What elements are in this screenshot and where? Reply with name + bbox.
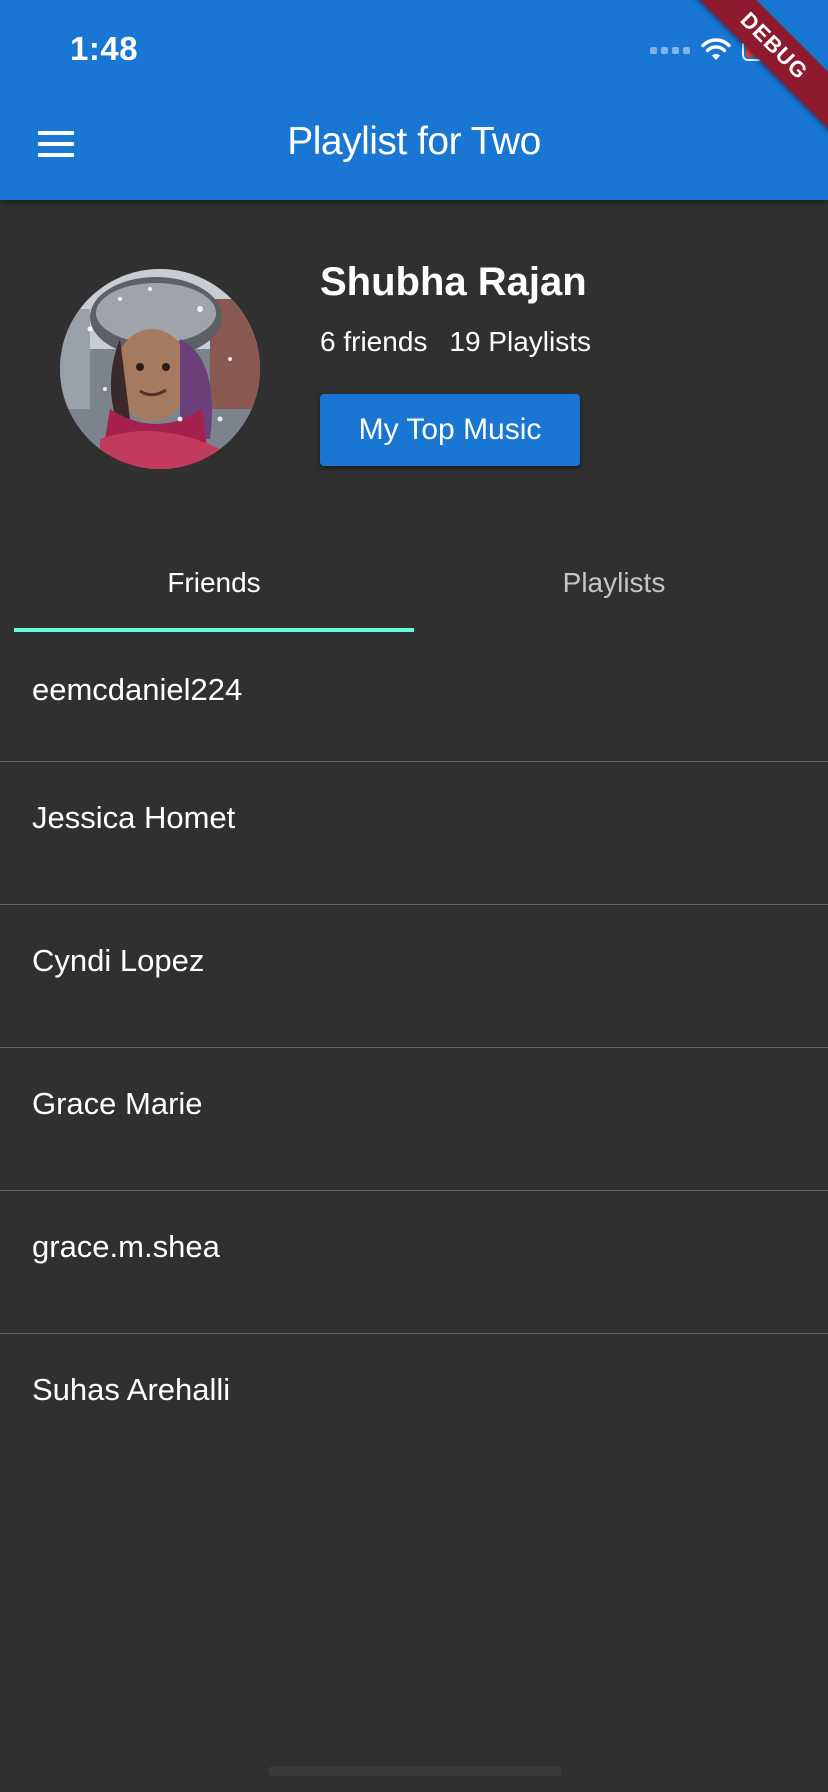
list-item[interactable]: Suhas Arehalli xyxy=(0,1334,828,1477)
wifi-icon xyxy=(700,38,732,62)
profile-stats: 6 friends 19 Playlists xyxy=(320,326,591,358)
playlists-count: 19 Playlists xyxy=(449,326,592,357)
friends-list: eemcdaniel224 Jessica Homet Cyndi Lopez … xyxy=(0,632,828,1477)
tab-playlists-label: Playlists xyxy=(562,567,666,598)
tab-friends[interactable]: Friends xyxy=(14,540,414,632)
list-item[interactable]: Jessica Homet xyxy=(0,762,828,905)
profile-header: Shubha Rajan 6 friends 19 Playlists My T… xyxy=(0,200,828,530)
tab-bar: Friends Playlists xyxy=(14,540,814,632)
friend-name: Jessica Homet xyxy=(32,800,236,835)
tab-playlists[interactable]: Playlists xyxy=(414,540,814,632)
home-indicator[interactable] xyxy=(268,1766,562,1776)
friend-name: Grace Marie xyxy=(32,1086,203,1121)
list-item[interactable]: eemcdaniel224 xyxy=(0,632,828,762)
tab-friends-label: Friends xyxy=(167,567,261,598)
avatar xyxy=(60,269,260,469)
friend-name: Cyndi Lopez xyxy=(32,943,205,978)
my-top-music-button[interactable]: My Top Music xyxy=(320,394,580,466)
friend-name: grace.m.shea xyxy=(32,1229,220,1264)
list-item[interactable]: Cyndi Lopez xyxy=(0,905,828,1048)
friend-name: eemcdaniel224 xyxy=(32,672,243,707)
cellular-signal-icon xyxy=(650,46,690,54)
status-bar-time: 1:48 xyxy=(70,30,139,67)
profile-name: Shubha Rajan xyxy=(320,260,587,304)
app-title: Playlist for Two xyxy=(287,120,541,163)
friends-count: 6 friends xyxy=(320,326,428,357)
app-bar: 1:48 ⚡ Playlist for Two xyxy=(0,0,828,200)
list-item[interactable]: grace.m.shea xyxy=(0,1191,828,1334)
friend-name: Suhas Arehalli xyxy=(32,1372,231,1407)
list-item[interactable]: Grace Marie xyxy=(0,1048,828,1191)
